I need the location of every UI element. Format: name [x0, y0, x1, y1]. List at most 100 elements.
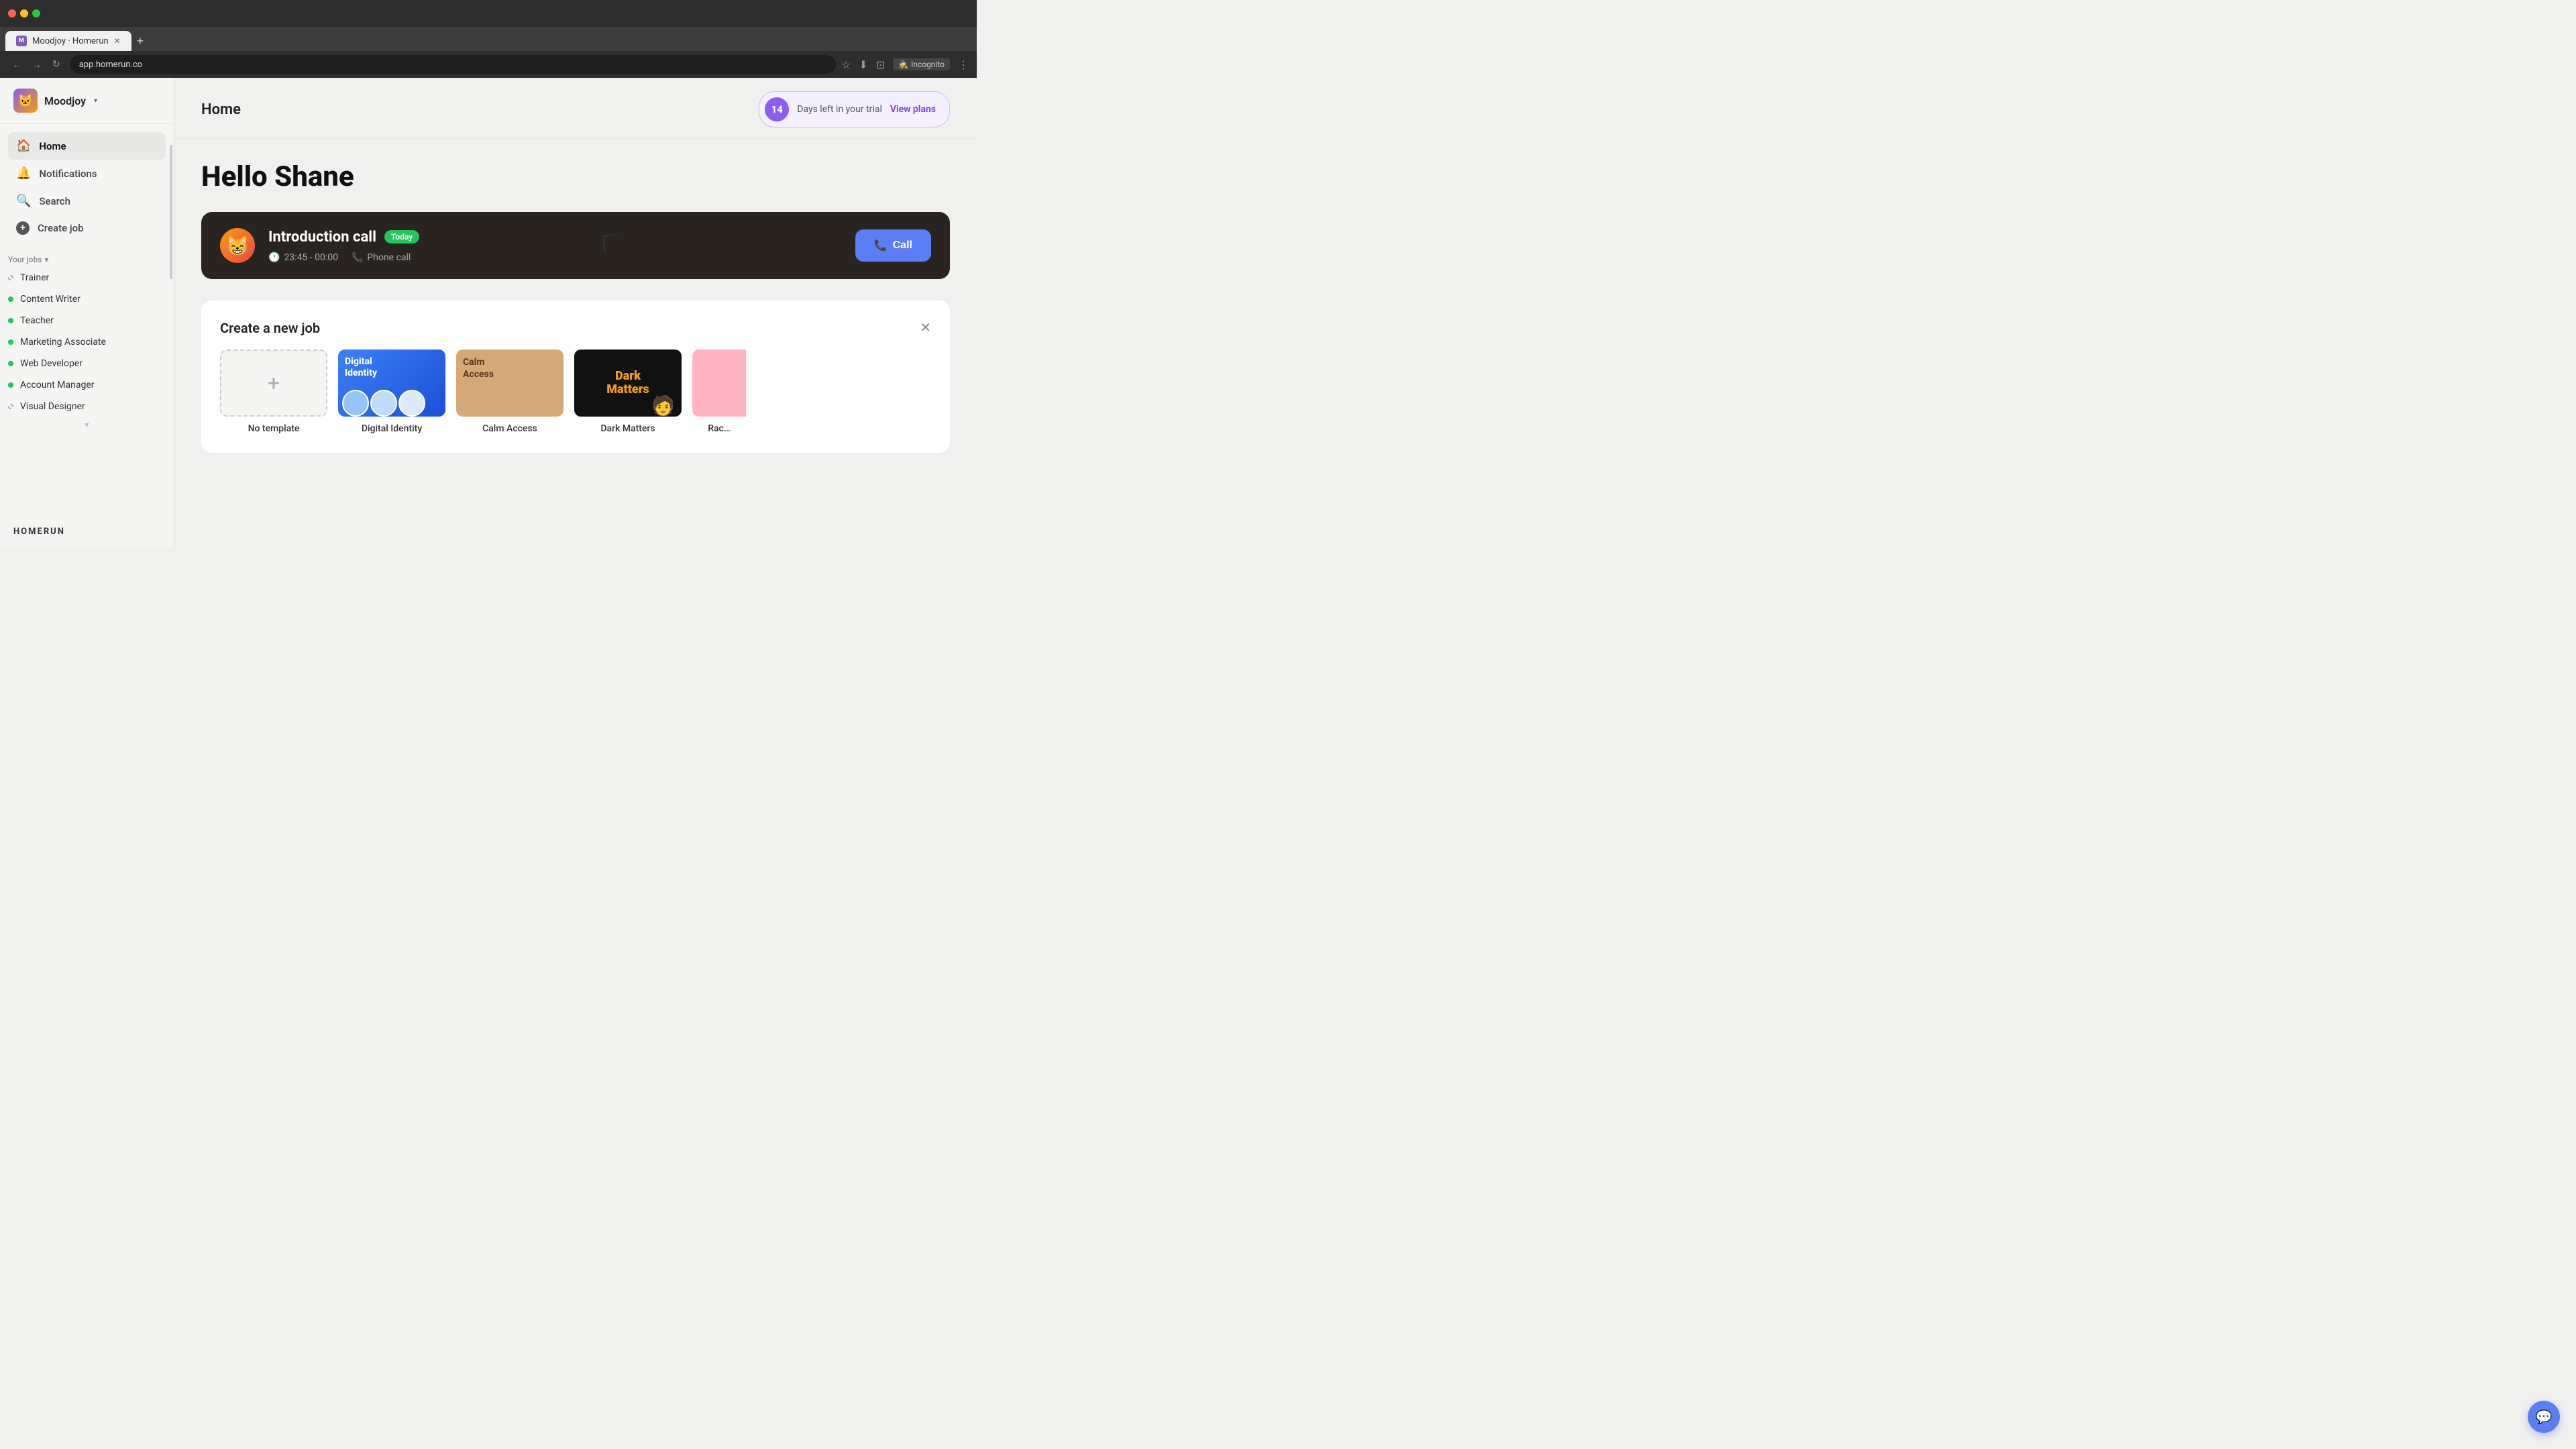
- browser-nav: ← → ↻: [8, 56, 64, 73]
- jobs-list: Trainer Content Writer Teacher Marketing…: [0, 267, 174, 417]
- job-dot-content-writer: [8, 297, 13, 302]
- interview-details: 🕐 23:45 - 00:00 📞 Phone call: [268, 252, 842, 263]
- bookmark-icon[interactable]: ☆: [841, 58, 851, 71]
- job-label-account-manager: Account Manager: [20, 380, 95, 390]
- di-text: DigitalIdentity: [345, 356, 377, 379]
- calm-access-thumb: CalmAccess: [456, 350, 564, 417]
- job-label-marketing-associate: Marketing Associate: [20, 337, 106, 347]
- sidebar-item-home[interactable]: 🏠 Home: [8, 132, 166, 160]
- interview-type-text: Phone call: [367, 252, 411, 263]
- sidebar-item-notifications[interactable]: 🔔 Notifications: [8, 160, 166, 187]
- template-card-calm-access[interactable]: CalmAccess Calm Access: [456, 350, 564, 434]
- tab-close-button[interactable]: ✕: [114, 36, 121, 46]
- job-dot-trainer: [8, 275, 13, 280]
- forward-button[interactable]: →: [28, 56, 46, 73]
- job-dot-account-manager: [8, 382, 13, 388]
- incognito-label: Incognito: [911, 60, 945, 69]
- address-bar-row: ← → ↻ app.homerun.co ☆ ⬇ ⊡ 🕵 Incognito ⋮: [0, 51, 977, 78]
- template-card-race[interactable]: Rac…: [692, 350, 746, 434]
- di-photo-2: [370, 390, 397, 417]
- interview-time-text: 23:45 - 00:00: [284, 252, 338, 263]
- company-avatar: 🐱: [13, 89, 38, 113]
- window-controls: [8, 9, 40, 17]
- your-jobs-text: Your jobs: [8, 255, 42, 264]
- tab-favicon: M: [16, 36, 27, 46]
- company-dropdown-icon: ▾: [94, 97, 97, 105]
- call-button[interactable]: 📞 Call: [855, 229, 931, 262]
- url-text: app.homerun.co: [79, 60, 142, 70]
- sidebar-item-create-job[interactable]: + Create job: [8, 215, 166, 241]
- trial-text: Days left in your trial: [797, 104, 882, 115]
- job-dot-teacher: [8, 318, 13, 323]
- search-label: Search: [39, 195, 70, 207]
- interview-info: Introduction call Today 🕐 23:45 - 00:00 …: [268, 229, 842, 263]
- home-label: Home: [39, 140, 66, 152]
- new-tab-button[interactable]: +: [131, 31, 150, 51]
- interview-title: Introduction call: [268, 229, 376, 246]
- main-header: Home 14 Days left in your trial View pla…: [174, 78, 977, 139]
- job-label-visual-designer: Visual Designer: [20, 401, 85, 412]
- page-title: Home: [201, 101, 241, 118]
- interview-title-row: Introduction call Today: [268, 229, 842, 246]
- chat-fab-button[interactable]: 💬: [2528, 1401, 2560, 1433]
- job-item-content-writer[interactable]: Content Writer: [0, 288, 174, 310]
- chat-icon: 💬: [2536, 1409, 2553, 1425]
- download-icon[interactable]: ⬇: [859, 58, 867, 71]
- address-bar[interactable]: app.homerun.co: [70, 55, 836, 74]
- phone-icon: 📞: [352, 252, 363, 263]
- job-dot-visual-designer: [8, 404, 13, 409]
- window-close-button[interactable]: [8, 9, 16, 17]
- profile-icon[interactable]: ⊡: [876, 58, 885, 71]
- job-item-visual-designer[interactable]: Visual Designer: [0, 396, 174, 417]
- bell-icon: 🔔: [16, 166, 31, 180]
- job-item-trainer[interactable]: Trainer: [0, 267, 174, 288]
- greeting-text: Hello Shane: [201, 160, 950, 193]
- create-job-header: Create a new job ✕: [220, 319, 931, 336]
- back-button[interactable]: ←: [8, 56, 25, 73]
- sidebar-scrollbar[interactable]: [170, 145, 172, 279]
- create-job-section: Create a new job ✕ + No template Dig: [201, 301, 950, 453]
- call-button-label: Call: [893, 239, 912, 252]
- dm-person-icon: 🧑: [651, 394, 675, 417]
- job-item-account-manager[interactable]: Account Manager: [0, 374, 174, 396]
- template-card-dark-matters[interactable]: DarkMatters 🧑 Dark Matters: [574, 350, 682, 434]
- job-dot-web-developer: [8, 361, 13, 366]
- window-minimize-button[interactable]: [20, 9, 28, 17]
- browser-icons: ☆ ⬇ ⊡ 🕵 Incognito ⋮: [841, 58, 969, 71]
- sidebar-item-search[interactable]: 🔍 Search: [8, 187, 166, 215]
- job-label-web-developer: Web Developer: [20, 358, 83, 369]
- view-plans-link[interactable]: View plans: [890, 104, 936, 115]
- interview-time: 🕐 23:45 - 00:00: [268, 252, 338, 263]
- template-label-race: Rac…: [692, 423, 746, 434]
- today-badge: Today: [384, 230, 419, 244]
- dark-matters-thumb: DarkMatters 🧑: [574, 350, 682, 417]
- trial-badge: 14 Days left in your trial View plans: [759, 91, 950, 127]
- ca-text: CalmAccess: [463, 356, 494, 380]
- browser-chrome: [0, 0, 977, 27]
- incognito-badge: 🕵 Incognito: [893, 58, 950, 70]
- window-maximize-button[interactable]: [32, 9, 40, 17]
- job-item-teacher[interactable]: Teacher: [0, 310, 174, 331]
- job-item-marketing-associate[interactable]: Marketing Associate: [0, 331, 174, 353]
- dm-text: DarkMatters: [606, 370, 649, 396]
- template-card-digital-identity[interactable]: DigitalIdentity Digital Identity: [338, 350, 445, 434]
- homerun-logo: HOMERUN: [0, 516, 174, 547]
- sidebar-header[interactable]: 🐱 Moodjoy ▾: [0, 78, 174, 124]
- trial-days-number: 14: [765, 97, 789, 121]
- main-content: Home 14 Days left in your trial View pla…: [174, 78, 977, 547]
- template-label-digital-identity: Digital Identity: [338, 423, 445, 434]
- active-tab[interactable]: M Moodjoy · Homerun ✕: [5, 31, 131, 51]
- home-icon: 🏠: [16, 139, 31, 153]
- templates-grid: + No template DigitalIdentity: [220, 350, 931, 434]
- menu-icon[interactable]: ⋮: [958, 58, 969, 71]
- template-label-calm-access: Calm Access: [456, 423, 564, 434]
- template-card-blank[interactable]: + No template: [220, 350, 327, 434]
- job-item-web-developer[interactable]: Web Developer: [0, 353, 174, 374]
- di-photos: [338, 390, 445, 417]
- job-label-trainer: Trainer: [20, 272, 49, 283]
- close-create-job-button[interactable]: ✕: [920, 319, 931, 336]
- create-job-label: Create job: [38, 222, 84, 234]
- tab-label: Moodjoy · Homerun: [32, 36, 109, 46]
- reload-button[interactable]: ↻: [48, 56, 64, 72]
- plus-icon: +: [268, 370, 280, 396]
